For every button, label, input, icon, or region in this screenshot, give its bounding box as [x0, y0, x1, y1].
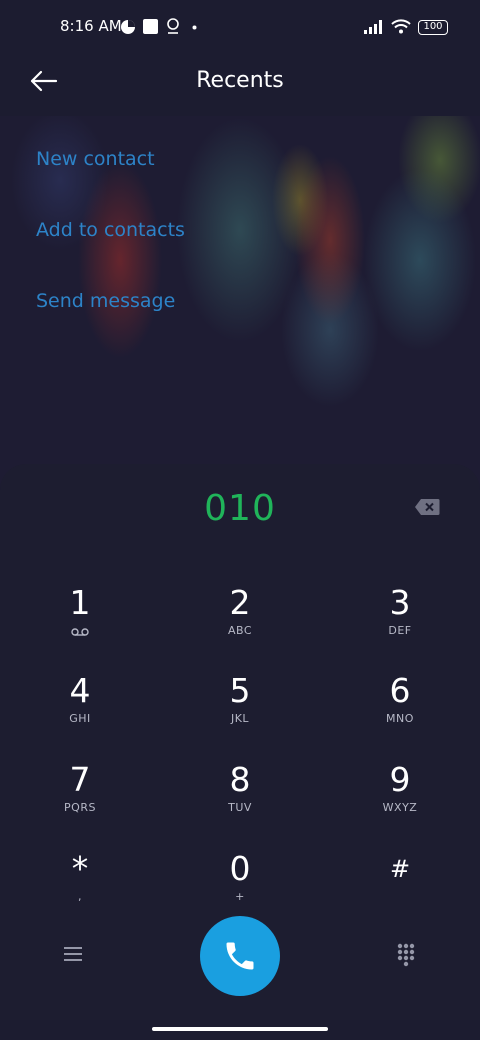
key-letters: + [235, 890, 245, 903]
key-4[interactable]: 4 GHI [20, 664, 140, 744]
call-button[interactable] [200, 916, 280, 996]
battery-icon: 100 [418, 20, 448, 35]
key-digit: 7 [69, 760, 91, 799]
key-digit: 0 [229, 849, 251, 888]
status-time: 8:16 AM [60, 17, 122, 35]
location-pin-icon [167, 18, 179, 34]
key-letters: MNO [386, 712, 414, 725]
key-digit: 8 [229, 760, 251, 799]
key-letters: DEF [388, 624, 412, 637]
send-message-link[interactable]: Send message [36, 290, 175, 312]
key-digit: 1 [69, 583, 91, 622]
new-contact-link[interactable]: New contact [36, 148, 155, 170]
menu-icon[interactable] [62, 944, 84, 964]
voicemail-icon [71, 628, 89, 636]
phone-icon [226, 942, 254, 970]
key-star[interactable]: * , [20, 842, 140, 922]
home-indicator[interactable] [152, 1027, 328, 1031]
key-6[interactable]: 6 MNO [340, 664, 460, 744]
key-digit: 4 [69, 671, 91, 710]
backspace-icon[interactable] [414, 498, 440, 516]
key-digit: 6 [389, 671, 411, 710]
key-9[interactable]: 9 WXYZ [340, 753, 460, 833]
key-2[interactable]: 2 ABC [180, 576, 300, 656]
key-8[interactable]: 8 TUV [180, 753, 300, 833]
key-letters: WXYZ [382, 801, 418, 814]
dialed-number: 010 [204, 488, 276, 529]
dialpad-icon[interactable] [396, 942, 416, 968]
app-header: Recents [0, 56, 480, 116]
wifi-icon [391, 19, 411, 34]
key-0[interactable]: 0 + [180, 842, 300, 922]
key-letters: JKL [230, 712, 250, 725]
key-digit: # [389, 855, 411, 883]
battery-level: 100 [423, 21, 443, 32]
key-1[interactable]: 1 [20, 576, 140, 656]
signal-icon [364, 20, 382, 34]
key-letters: TUV [228, 801, 252, 814]
page-title: Recents [196, 68, 284, 93]
square-notification-icon [143, 19, 158, 34]
key-hash[interactable]: # [340, 842, 460, 922]
dot-icon [192, 25, 197, 30]
key-letters: , [78, 890, 82, 903]
dialpad-panel: 010 1 2 ABC 3 DEF 4 GHI 5 JKL 6 MNO 7 PQ… [0, 464, 480, 1020]
add-to-contacts-link[interactable]: Add to contacts [36, 219, 185, 241]
key-letters: PQRS [64, 801, 96, 814]
key-letters: GHI [69, 712, 91, 725]
key-digit: * [71, 849, 89, 888]
key-7[interactable]: 7 PQRS [20, 753, 140, 833]
key-digit: 2 [229, 583, 251, 622]
data-saver-icon [121, 20, 135, 34]
status-bar: 8:16 AM 100 [0, 0, 480, 56]
key-digit: 3 [389, 583, 411, 622]
key-3[interactable]: 3 DEF [340, 576, 460, 656]
key-digit: 9 [389, 760, 411, 799]
key-letters: ABC [227, 624, 253, 637]
key-5[interactable]: 5 JKL [180, 664, 300, 744]
key-digit: 5 [229, 671, 251, 710]
